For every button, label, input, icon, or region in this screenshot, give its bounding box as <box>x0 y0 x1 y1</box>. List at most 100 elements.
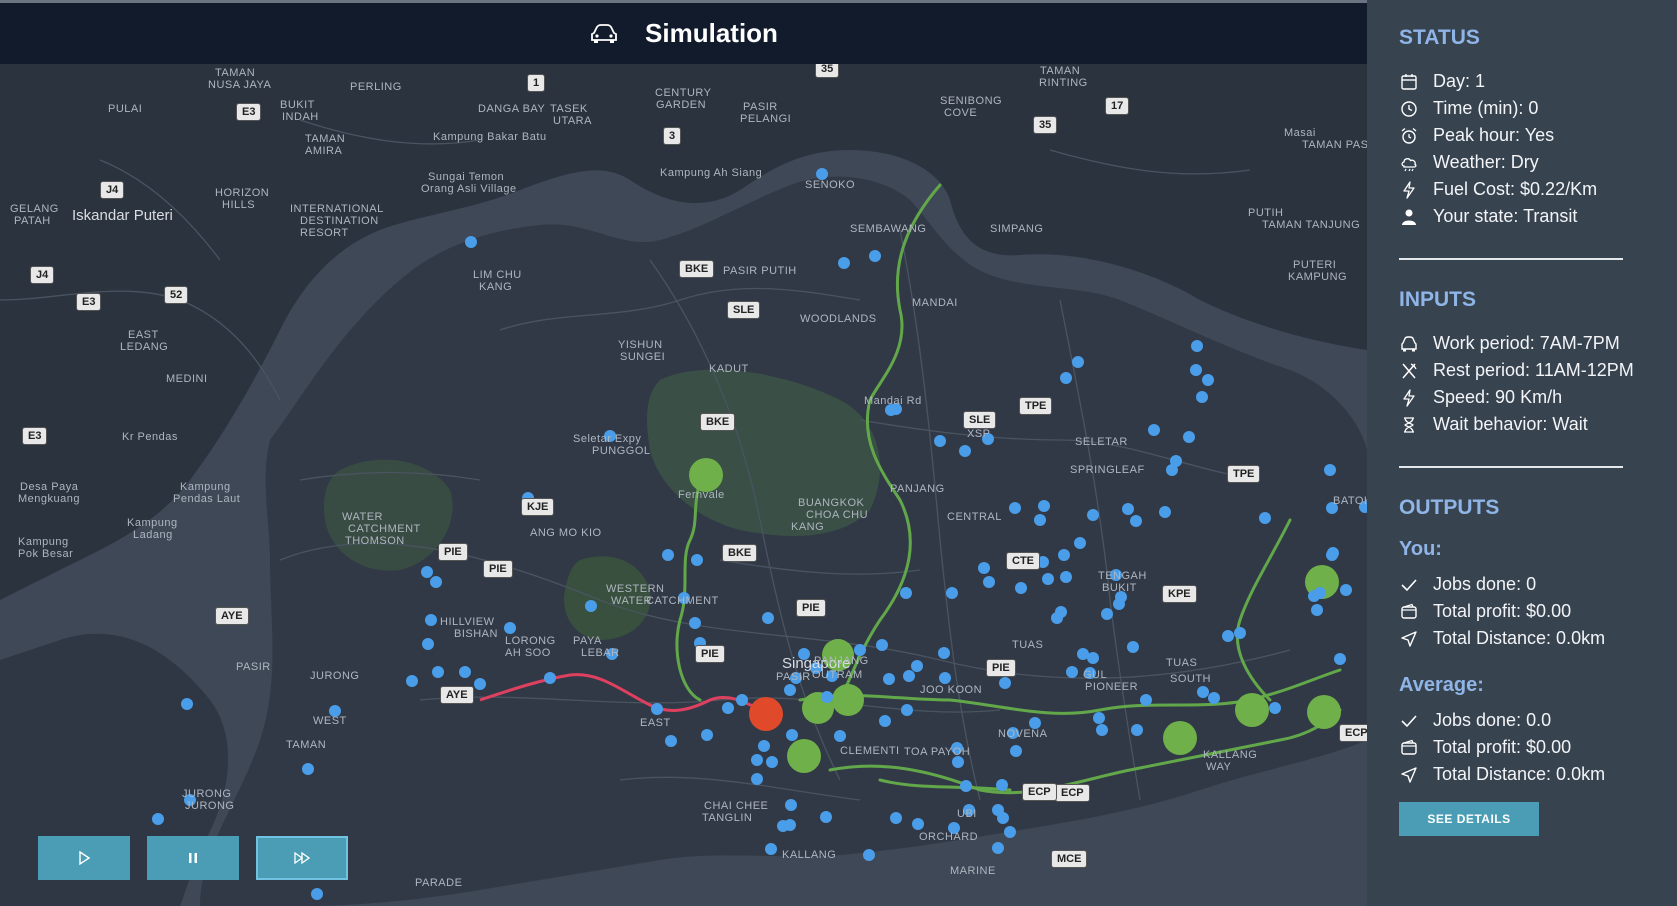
driver-dot[interactable] <box>1096 724 1108 736</box>
driver-dot[interactable] <box>1148 424 1160 436</box>
driver-dot[interactable] <box>1042 573 1054 585</box>
driver-dot[interactable] <box>838 257 850 269</box>
driver-dot[interactable] <box>999 677 1011 689</box>
driver-dot[interactable] <box>1159 506 1171 518</box>
driver-dot[interactable] <box>1340 584 1352 596</box>
driver-dot[interactable] <box>1130 515 1142 527</box>
driver-dot[interactable] <box>311 888 323 900</box>
driver-dot[interactable] <box>1196 391 1208 403</box>
driver-dot[interactable] <box>863 849 875 861</box>
driver-dot[interactable] <box>1140 694 1152 706</box>
driver-dot[interactable] <box>1004 826 1016 838</box>
driver-dot[interactable] <box>1060 372 1072 384</box>
driver-dot[interactable] <box>662 549 674 561</box>
driver-dot[interactable] <box>911 660 923 672</box>
driver-dot[interactable] <box>939 672 951 684</box>
driver-dot[interactable] <box>585 600 597 612</box>
driver-dot[interactable] <box>1087 652 1099 664</box>
driver-dot[interactable] <box>876 639 888 651</box>
driver-dot[interactable] <box>430 576 442 588</box>
driver-dot[interactable] <box>1058 549 1070 561</box>
driver-dot[interactable] <box>1197 686 1209 698</box>
driver-dot[interactable] <box>152 813 164 825</box>
driver-dot[interactable] <box>736 694 748 706</box>
driver-dot[interactable] <box>1222 630 1234 642</box>
driver-dot[interactable] <box>665 735 677 747</box>
driver-dot[interactable] <box>504 622 516 634</box>
map-canvas[interactable]: TAMANNUSA JAYAPULAIPERLINGBUKITINDAHTAMA… <box>0 64 1367 906</box>
driver-dot[interactable] <box>777 820 789 832</box>
map-area[interactable]: TAMAN NUSA JAYA PULAI PERLING BUKIT INDAH TAMA… <box>0 0 1367 906</box>
driver-dot[interactable] <box>474 678 486 690</box>
driver-dot[interactable] <box>900 587 912 599</box>
driver-dot[interactable] <box>181 698 193 710</box>
driver-dot[interactable] <box>1326 549 1338 561</box>
driver-dot[interactable] <box>1259 512 1271 524</box>
driver-dot[interactable] <box>1093 712 1105 724</box>
driver-dot[interactable] <box>1127 641 1139 653</box>
driver-dot[interactable] <box>722 702 734 714</box>
driver-dot[interactable] <box>459 666 471 678</box>
driver-dot[interactable] <box>1010 745 1022 757</box>
driver-dot[interactable] <box>1087 509 1099 521</box>
driver-dot[interactable] <box>691 554 703 566</box>
driver-dot[interactable] <box>1208 692 1220 704</box>
driver-dot[interactable] <box>903 670 915 682</box>
driver-dot[interactable] <box>820 811 832 823</box>
driver-dot[interactable] <box>421 566 433 578</box>
driver-dot[interactable] <box>883 673 895 685</box>
see-details-button[interactable]: SEE DETAILS <box>1399 802 1539 836</box>
driver-dot[interactable] <box>1131 724 1143 736</box>
driver-dot[interactable] <box>959 445 971 457</box>
driver-dot[interactable] <box>821 691 833 703</box>
driver-dot[interactable] <box>1308 590 1320 602</box>
driver-dot[interactable] <box>1234 627 1246 639</box>
driver-dot[interactable] <box>1009 502 1021 514</box>
driver-dot[interactable] <box>938 647 950 659</box>
fast-forward-button[interactable] <box>256 836 348 880</box>
driver-dot[interactable] <box>1015 582 1027 594</box>
driver-dot[interactable] <box>765 843 777 855</box>
driver-dot[interactable] <box>992 842 1004 854</box>
driver-dot[interactable] <box>1113 598 1125 610</box>
driver-dot[interactable] <box>465 236 477 248</box>
driver-dot[interactable] <box>869 250 881 262</box>
driver-dot[interactable] <box>1334 653 1346 665</box>
driver-dot[interactable] <box>978 562 990 574</box>
driver-dot[interactable] <box>302 763 314 775</box>
driver-dot[interactable] <box>689 617 701 629</box>
driver-dot[interactable] <box>1034 514 1046 526</box>
driver-dot[interactable] <box>1101 608 1113 620</box>
driver-dot[interactable] <box>651 703 663 715</box>
driver-dot[interactable] <box>1038 500 1050 512</box>
driver-dot[interactable] <box>879 715 891 727</box>
driver-dot[interactable] <box>784 684 796 696</box>
driver-dot[interactable] <box>701 729 713 741</box>
driver-dot[interactable] <box>1183 431 1195 443</box>
driver-dot[interactable] <box>1324 464 1336 476</box>
driver-dot[interactable] <box>834 730 846 742</box>
driver-dot[interactable] <box>1072 356 1084 368</box>
driver-dot[interactable] <box>425 614 437 626</box>
driver-dot[interactable] <box>1166 464 1178 476</box>
driver-dot[interactable] <box>751 754 763 766</box>
driver-dot[interactable] <box>890 812 902 824</box>
driver-dot[interactable] <box>762 612 774 624</box>
driver-dot[interactable] <box>912 818 924 830</box>
driver-dot[interactable] <box>1269 702 1281 714</box>
driver-dot[interactable] <box>786 729 798 741</box>
driver-dot[interactable] <box>1074 537 1086 549</box>
driver-dot[interactable] <box>422 638 434 650</box>
driver-dot[interactable] <box>751 773 763 785</box>
driver-dot[interactable] <box>1202 374 1214 386</box>
driver-dot[interactable] <box>1060 571 1072 583</box>
play-button[interactable] <box>38 836 130 880</box>
driver-dot[interactable] <box>901 704 913 716</box>
driver-dot[interactable] <box>406 675 418 687</box>
driver-dot[interactable] <box>544 672 556 684</box>
driver-dot[interactable] <box>1191 340 1203 352</box>
driver-dot[interactable] <box>946 587 958 599</box>
pause-button[interactable] <box>147 836 239 880</box>
driver-dot[interactable] <box>1190 364 1202 376</box>
driver-dot[interactable] <box>1311 604 1323 616</box>
